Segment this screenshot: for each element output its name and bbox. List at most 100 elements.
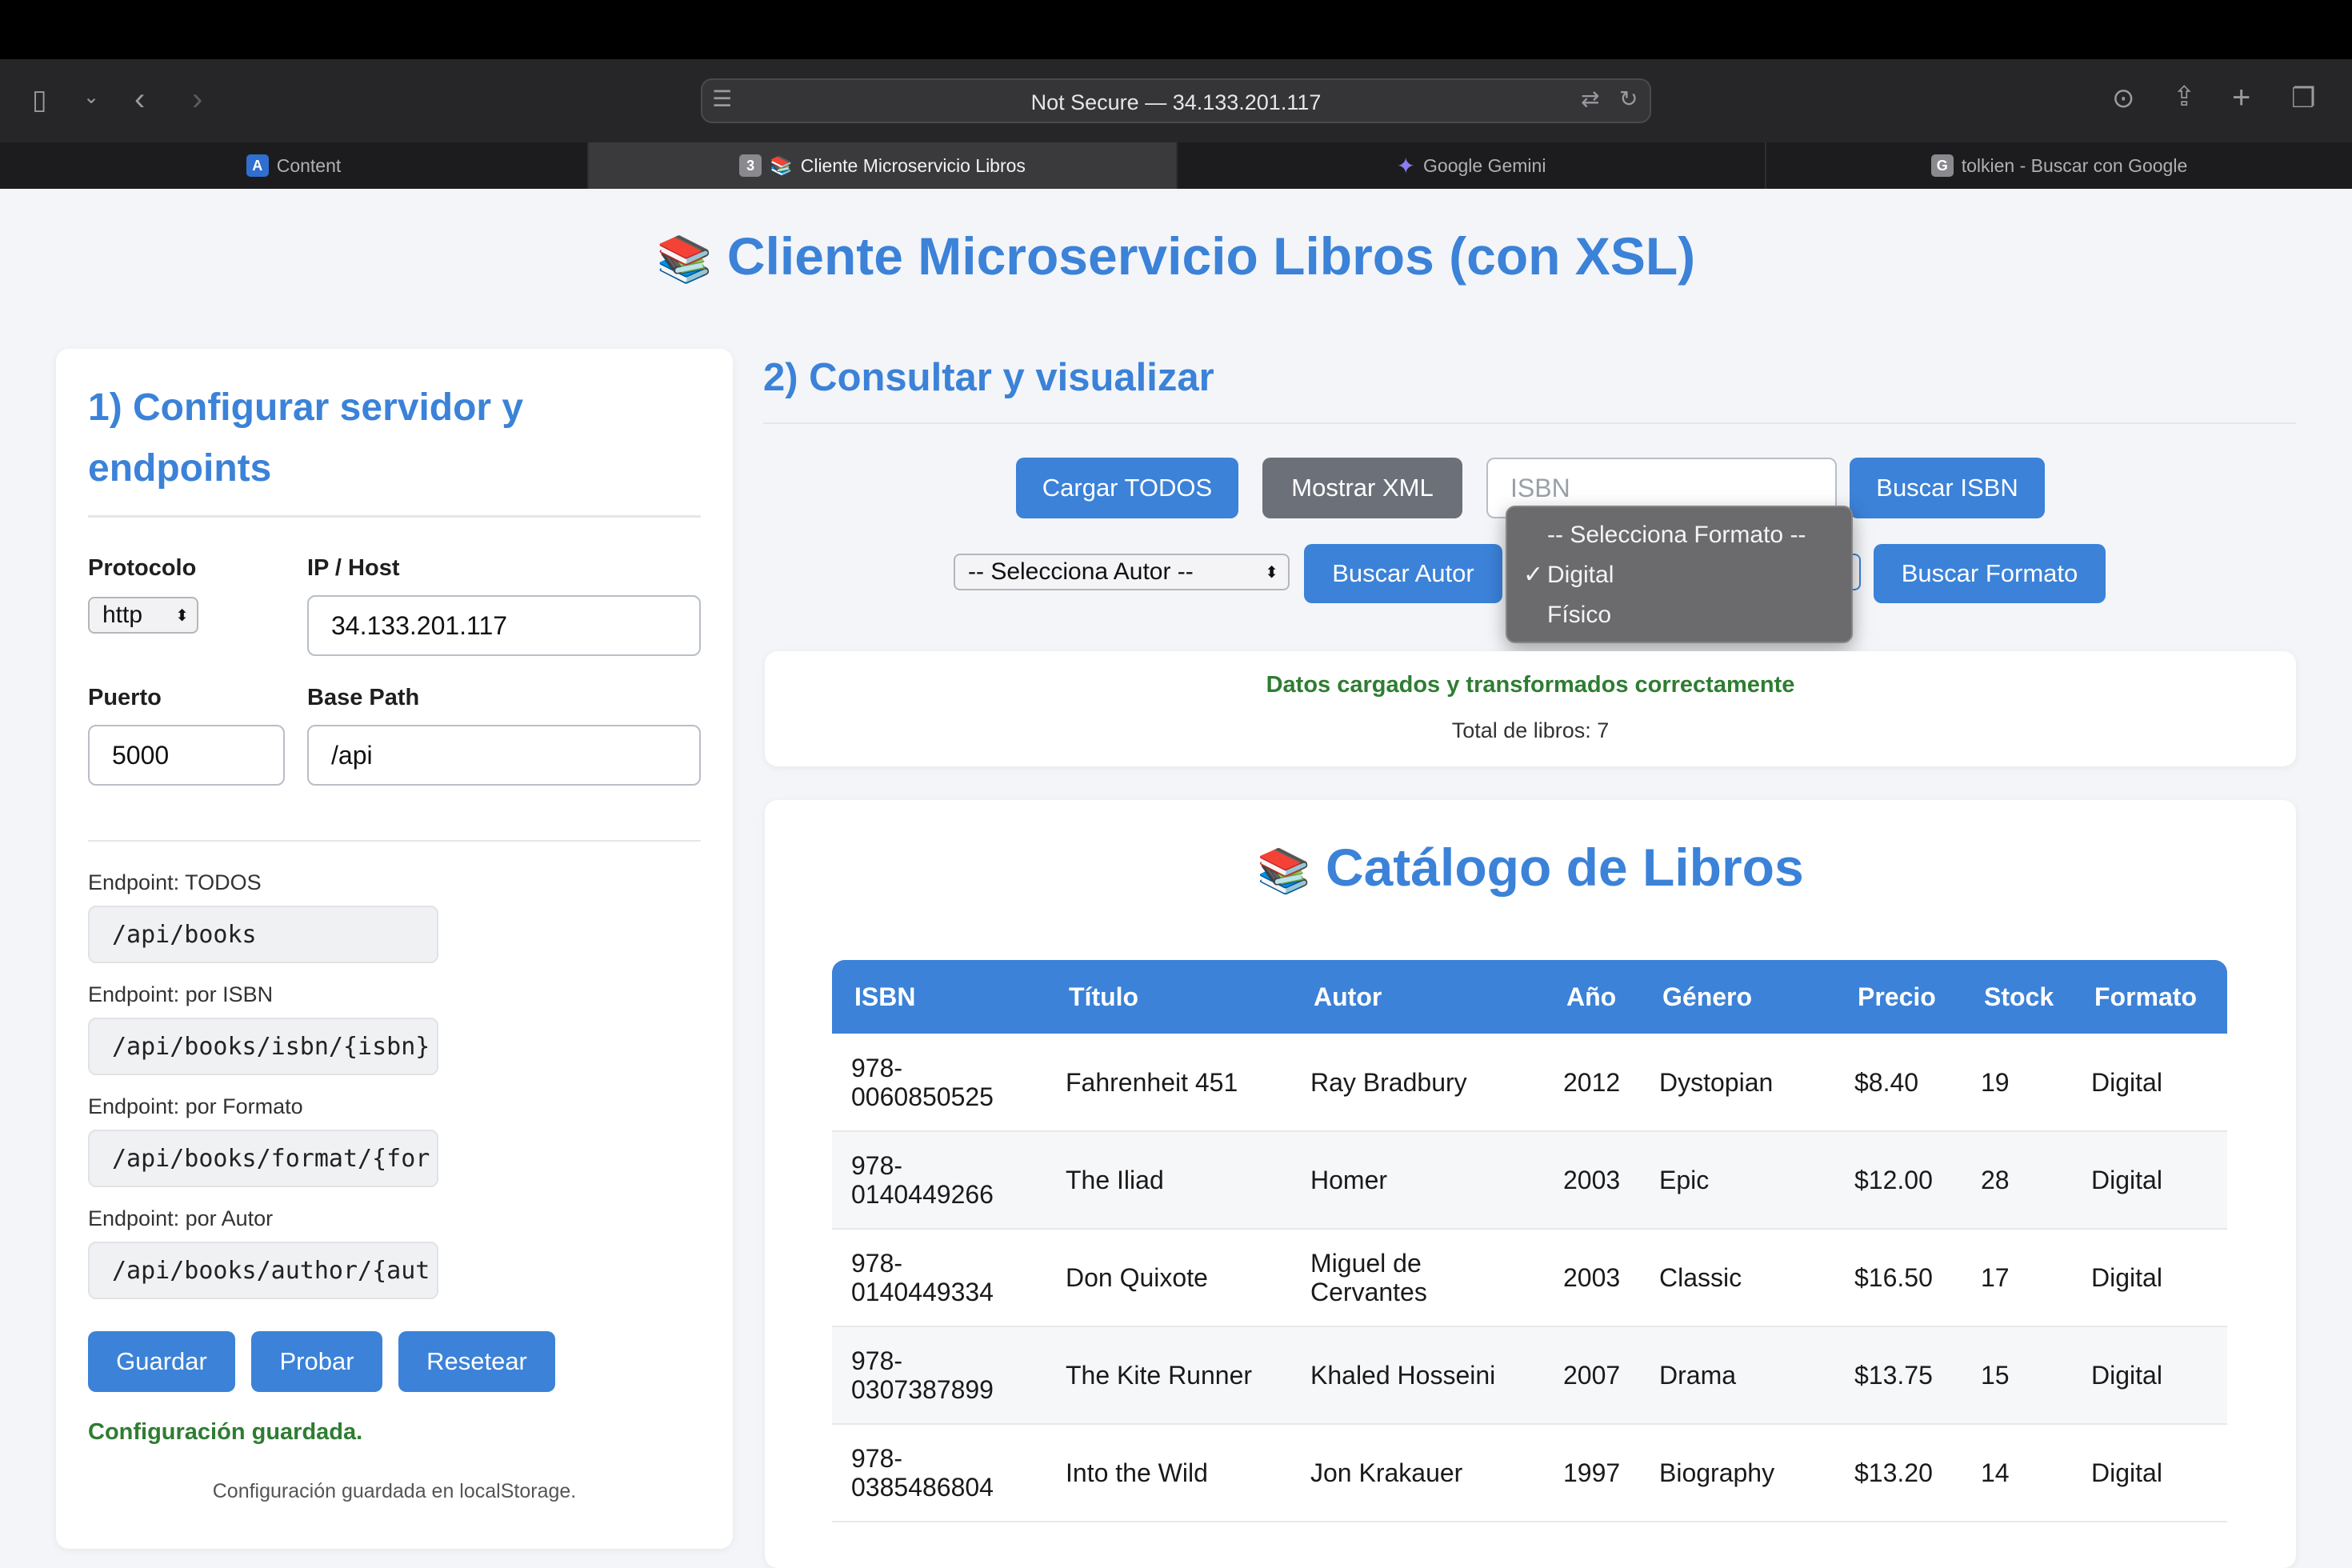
translate-icon[interactable]: ⇄: [1581, 88, 1599, 110]
table-cell: Biography: [1640, 1424, 1835, 1522]
tab-google-gemini[interactable]: ✦ Google Gemini: [1176, 142, 1765, 189]
port-label: Puerto: [88, 685, 162, 710]
table-cell: Digital: [2072, 1131, 2227, 1230]
chevron-down-icon[interactable]: ⌄: [83, 88, 99, 107]
endpoint-isbn-field[interactable]: /api/books/isbn/{isbn}: [88, 1018, 438, 1075]
port-input[interactable]: 5000: [88, 725, 285, 786]
divider: [763, 422, 2296, 424]
table-row: 978- 0307387899 The Kite Runner Khaled Hos…: [832, 1326, 2227, 1425]
select-arrows-icon: ⬍: [1265, 563, 1278, 582]
table-cell: 978- 0140449266: [832, 1131, 1046, 1230]
table-row: 978- 0385486804 Into the Wild Jon Krakauer…: [832, 1424, 2227, 1522]
table-cell: Fahrenheit 451: [1046, 1034, 1291, 1132]
author-select[interactable]: -- Selecciona Autor -- ⬍: [954, 554, 1290, 590]
table-cell: 2003: [1544, 1131, 1640, 1230]
divider: [88, 840, 701, 842]
address-bar[interactable]: ☰ Not Secure — 34.133.201.117 ⇄ ↻: [701, 78, 1651, 123]
tab-label: Cliente Microservicio Libros: [800, 154, 1026, 176]
column-header[interactable]: Stock: [1962, 960, 2072, 1034]
table-cell: 978- 0140449334: [832, 1229, 1046, 1327]
table-cell: 2007: [1544, 1326, 1640, 1425]
catalog-title-text: Catálogo de Libros: [1325, 838, 1804, 897]
table-cell: Drama: [1640, 1326, 1835, 1425]
column-header[interactable]: Precio: [1835, 960, 1962, 1034]
status-card: Datos cargados y transformados correctam…: [765, 651, 2296, 766]
table-cell: Into the Wild: [1046, 1424, 1291, 1522]
tab-overview-icon[interactable]: ❐: [2291, 85, 2315, 112]
table-cell: Homer: [1291, 1131, 1544, 1230]
show-xml-button[interactable]: Mostrar XML: [1262, 458, 1462, 518]
content-favicon-icon: A: [246, 154, 269, 177]
format-option[interactable]: Físico: [1507, 595, 1851, 635]
column-header[interactable]: Formato: [2072, 960, 2227, 1034]
books-table: ISBN Título Autor Año Género Precio Stoc…: [832, 960, 2227, 1522]
column-header[interactable]: Título: [1046, 960, 1291, 1034]
search-isbn-button[interactable]: Buscar ISBN: [1850, 458, 2045, 518]
search-format-button[interactable]: Buscar Formato: [1874, 544, 2106, 603]
config-heading-line: endpoints: [88, 447, 272, 490]
config-heading-line: 1) Configurar servidor y: [88, 386, 524, 429]
download-icon[interactable]: ⊙: [2112, 85, 2135, 112]
table-cell: Khaled Hosseini: [1291, 1326, 1544, 1425]
tab-label: Google Gemini: [1423, 154, 1546, 176]
reload-icon[interactable]: ↻: [1619, 88, 1638, 110]
table-cell: 19: [1962, 1034, 2072, 1132]
tab-bar: A Content 3 📚 Cliente Microservicio Libr…: [0, 142, 2352, 189]
column-header[interactable]: Año: [1544, 960, 1640, 1034]
load-all-button[interactable]: Cargar TODOS: [1016, 458, 1238, 518]
format-dropdown-menu: -- Selecciona Formato -- ✓ Digital Físic…: [1506, 506, 1853, 643]
column-header[interactable]: ISBN: [832, 960, 1046, 1034]
table-cell: 2003: [1544, 1229, 1640, 1327]
table-cell: Classic: [1640, 1229, 1835, 1327]
table-cell: $8.40: [1835, 1034, 1962, 1132]
tab-cliente-libros[interactable]: 3 📚 Cliente Microservicio Libros: [587, 142, 1176, 189]
search-author-button[interactable]: Buscar Autor: [1304, 544, 1502, 603]
column-header[interactable]: Género: [1640, 960, 1835, 1034]
total-count: Total de libros: 7: [1451, 718, 1610, 742]
table-cell: Jon Krakauer: [1291, 1424, 1544, 1522]
url-text: Not Secure — 34.133.201.117: [1030, 90, 1322, 114]
basepath-input[interactable]: /api: [307, 725, 701, 786]
back-icon[interactable]: ‹: [134, 83, 145, 115]
config-heading: 1) Configurar servidor y endpoints: [88, 378, 523, 499]
sidebar-toggle-icon[interactable]: ▯: [32, 86, 47, 114]
forward-icon[interactable]: ›: [192, 83, 202, 115]
table-cell: Don Quixote: [1046, 1229, 1291, 1327]
endpoint-author-label: Endpoint: por Autor: [88, 1206, 274, 1230]
reset-button[interactable]: Resetear: [398, 1331, 555, 1392]
endpoint-author-field[interactable]: /api/books/author/{aut: [88, 1242, 438, 1299]
endpoint-format-label: Endpoint: por Formato: [88, 1094, 303, 1118]
endpoint-format-field[interactable]: /api/books/format/{for: [88, 1130, 438, 1187]
format-option-label: Digital: [1547, 562, 1614, 588]
save-button[interactable]: Guardar: [88, 1331, 235, 1392]
table-cell: 978- 0060850525: [832, 1034, 1046, 1132]
table-cell: $13.20: [1835, 1424, 1962, 1522]
table-cell: $16.50: [1835, 1229, 1962, 1327]
query-heading: 2) Consultar y visualizar: [763, 356, 1214, 399]
table-header-row: ISBN Título Autor Año Género Precio Stoc…: [832, 960, 2227, 1034]
table-cell: The Kite Runner: [1046, 1326, 1291, 1425]
share-icon[interactable]: ⇪: [2173, 83, 2196, 110]
config-note: Configuración guardada en localStorage.: [212, 1480, 577, 1502]
endpoint-all-label: Endpoint: TODOS: [88, 870, 262, 894]
table-row: 978- 0140449334 Don Quixote Miguel de Cerv…: [832, 1229, 2227, 1327]
format-option-selected[interactable]: ✓ Digital: [1507, 555, 1851, 595]
books-icon: 📚: [1257, 847, 1311, 895]
endpoint-isbn-label: Endpoint: por ISBN: [88, 982, 274, 1006]
host-input[interactable]: 34.133.201.117: [307, 595, 701, 656]
column-header[interactable]: Autor: [1291, 960, 1544, 1034]
protocol-select[interactable]: http ⬍: [88, 597, 198, 634]
protocol-value: http: [102, 602, 143, 628]
table-cell: 15: [1962, 1326, 2072, 1425]
new-tab-icon[interactable]: +: [2232, 82, 2250, 114]
format-option[interactable]: -- Selecciona Formato --: [1507, 515, 1851, 555]
table-cell: 14: [1962, 1424, 2072, 1522]
table-row: 978- 0060850525 Fahrenheit 451 Ray Bradbur…: [832, 1034, 2227, 1132]
test-button[interactable]: Probar: [251, 1331, 382, 1392]
tab-content[interactable]: A Content: [0, 142, 587, 189]
config-panel: 1) Configurar servidor y endpoints Proto…: [56, 349, 733, 1549]
tab-google-search[interactable]: G tolkien - Buscar con Google: [1765, 142, 2352, 189]
table-cell: Dystopian: [1640, 1034, 1835, 1132]
tab-label: tolkien - Buscar con Google: [1961, 154, 2188, 176]
endpoint-all-field[interactable]: /api/books: [88, 906, 438, 963]
